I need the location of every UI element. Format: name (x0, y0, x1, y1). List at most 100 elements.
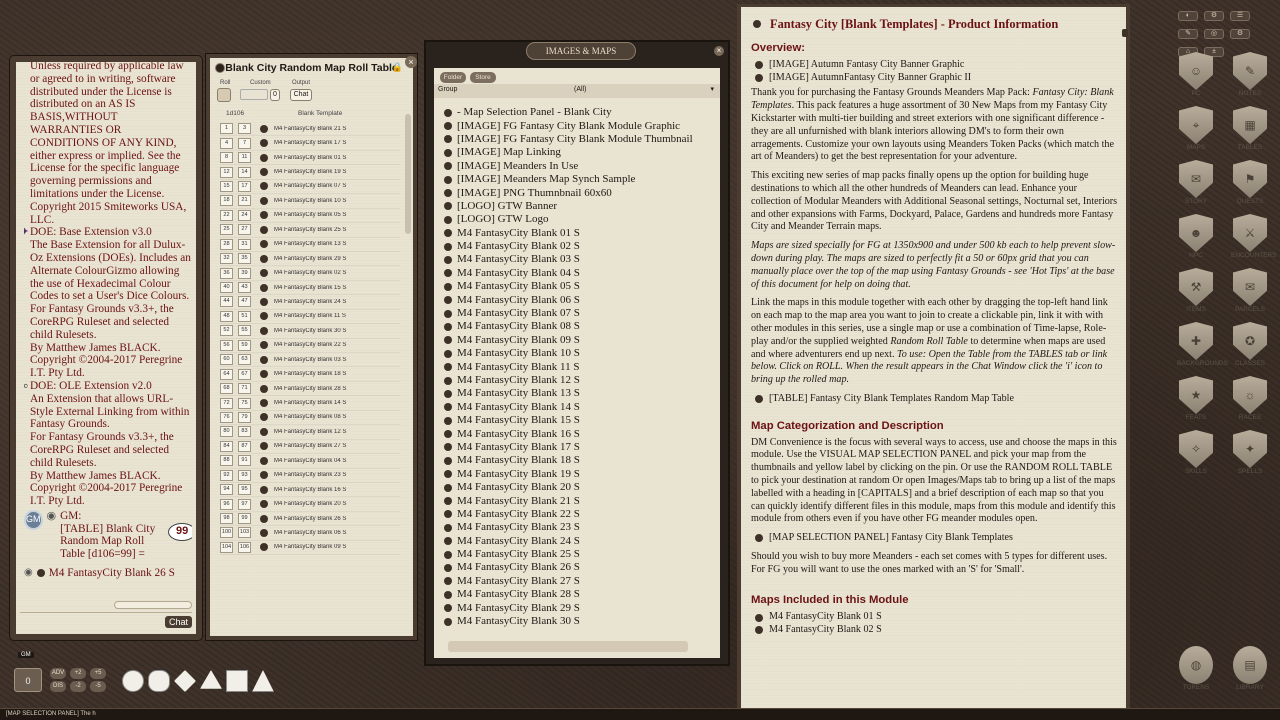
table-row[interactable]: 5659M4 FantasyCity Blank 22 S (220, 339, 400, 353)
link-pin-icon[interactable] (755, 614, 763, 622)
link-pin-icon[interactable] (444, 457, 452, 465)
table-row[interactable]: 2224M4 FantasyCity Blank 05 S (220, 209, 400, 223)
sidebar-button-races[interactable]: ☼RACES (1231, 376, 1269, 424)
modifier-box[interactable]: 0 (14, 668, 42, 692)
table-row[interactable]: 104106M4 FantasyCity Blank 09 S (220, 541, 400, 555)
chat-send-button[interactable]: Chat (165, 616, 192, 628)
link-pin-icon[interactable] (260, 327, 268, 335)
list-item[interactable]: [LOGO] GTW Logo (444, 213, 714, 226)
link-pin-icon[interactable] (260, 211, 268, 219)
output-select[interactable]: Chat (290, 89, 312, 101)
link-pin-icon[interactable] (444, 510, 452, 518)
link-pin-icon[interactable] (444, 189, 452, 197)
link-pin-icon[interactable] (444, 135, 452, 143)
list-item[interactable]: [IMAGE] FG Fantasy City Blank Module Gra… (444, 119, 714, 132)
list-item[interactable]: M4 FantasyCity Blank 29 S (444, 601, 714, 614)
folder-button[interactable]: Folder (440, 72, 466, 83)
sidebar-button-skills[interactable]: ✧SKILLS (1177, 430, 1215, 478)
table-row[interactable]: 47M4 FantasyCity Blank 17 S (220, 136, 400, 150)
list-item-label[interactable]: [IMAGE] AutumnFantasy City Banner Graphi… (769, 72, 971, 85)
link-pin-icon[interactable] (260, 182, 268, 190)
link-pin-icon[interactable] (444, 149, 452, 157)
sidebar-button-quests[interactable]: ⚑QUESTS (1231, 160, 1269, 208)
link-pin-icon[interactable] (444, 403, 452, 411)
link-pin-icon[interactable] (444, 283, 452, 291)
table-row[interactable]: 7275M4 FantasyCity Blank 14 S (220, 396, 400, 410)
link-pin-icon[interactable] (260, 442, 268, 450)
list-item[interactable]: M4 FantasyCity Blank 18 S (444, 454, 714, 467)
list-item[interactable]: - Map Selection Panel - Blank City (444, 106, 714, 119)
list-item[interactable]: M4 FantasyCity Blank 27 S (444, 575, 714, 588)
table-row[interactable]: 9495M4 FantasyCity Blank 16 S (220, 483, 400, 497)
link-pin-icon[interactable] (444, 577, 452, 585)
list-item[interactable]: M4 FantasyCity Blank 19 S (444, 468, 714, 481)
scrollbar[interactable] (1122, 29, 1128, 37)
link-pin-icon[interactable] (260, 500, 268, 508)
d10-die-icon[interactable] (200, 670, 222, 692)
link-pin-icon[interactable] (260, 240, 268, 248)
lock-icon[interactable]: 🔒 (392, 63, 403, 73)
list-item-label[interactable]: M4 FantasyCity Blank 01 S (769, 611, 882, 624)
list-item[interactable]: M4 FantasyCity Blank 03 S (444, 253, 714, 266)
sidebar-button-npc[interactable]: ☻NPC (1177, 214, 1215, 262)
table-row[interactable]: 8487M4 FantasyCity Blank 27 S (220, 440, 400, 454)
modifier-hotkey-button[interactable]: +5 (90, 668, 106, 679)
link-pin-icon[interactable] (260, 529, 268, 537)
list-item-label[interactable]: M4 FantasyCity Blank 02 S (769, 624, 882, 637)
chat-mode-toggle[interactable] (114, 601, 192, 609)
link-pin-icon[interactable] (260, 457, 268, 465)
link-pin-icon[interactable] (755, 61, 763, 69)
list-item[interactable]: M4 FantasyCity Blank 23 S (444, 521, 714, 534)
list-item[interactable]: M4 FantasyCity Blank 04 S (444, 267, 714, 280)
link-pin-icon[interactable] (260, 486, 268, 494)
table-row[interactable]: 3639M4 FantasyCity Blank 02 S (220, 266, 400, 280)
link-pin-icon[interactable] (444, 390, 452, 398)
link-pin-icon[interactable] (444, 363, 452, 371)
chat-input[interactable]: Chat (20, 612, 192, 630)
link-pin-icon[interactable] (444, 176, 452, 184)
table-row[interactable]: 4447M4 FantasyCity Blank 24 S (220, 295, 400, 309)
sidebar-button-classes[interactable]: ✪CLASSES (1231, 322, 1269, 370)
list-item[interactable]: M4 FantasyCity Blank 11 S (444, 360, 714, 373)
link-pin-icon[interactable] (444, 336, 452, 344)
list-item[interactable]: [IMAGE] Meanders Map Synch Sample (444, 173, 714, 186)
link-pin-icon[interactable] (260, 385, 268, 393)
table-row[interactable]: 8891M4 FantasyCity Blank 04 S (220, 454, 400, 468)
table-row[interactable]: 1517M4 FantasyCity Blank 07 S (220, 180, 400, 194)
list-item[interactable]: M4 FantasyCity Blank 22 S (444, 508, 714, 521)
sidebar-button-feats[interactable]: ★FEATS (1177, 376, 1215, 424)
link-pin-icon[interactable] (444, 269, 452, 277)
close-icon[interactable]: × (714, 46, 724, 56)
link-pin-icon[interactable] (260, 154, 268, 162)
sidebar-button-notes[interactable]: ✎NOTES (1231, 52, 1269, 100)
list-item[interactable]: M4 FantasyCity Blank 25 S (444, 548, 714, 561)
table-row[interactable]: 3235M4 FantasyCity Blank 29 S (220, 252, 400, 266)
sidebar-button-story[interactable]: ✉STORY (1177, 160, 1215, 208)
link-pin-icon[interactable] (444, 350, 452, 358)
list-item[interactable]: M4 FantasyCity Blank 14 S (444, 401, 714, 414)
list-item[interactable]: M4 FantasyCity Blank 01 S (444, 227, 714, 240)
link-pin-icon[interactable] (260, 543, 268, 551)
table-row[interactable]: 7679M4 FantasyCity Blank 08 S (220, 411, 400, 425)
list-item[interactable]: M4 FantasyCity Blank 09 S (444, 334, 714, 347)
table-row[interactable]: 4851M4 FantasyCity Blank 11 S (220, 310, 400, 324)
table-row[interactable]: 1821M4 FantasyCity Blank 10 S (220, 194, 400, 208)
table-row[interactable]: 1214M4 FantasyCity Blank 19 S (220, 165, 400, 179)
modifier-hotkey-button[interactable]: -2 (70, 681, 86, 692)
table-row[interactable]: 2527M4 FantasyCity Blank 25 S (220, 223, 400, 237)
link-pin-icon[interactable] (444, 497, 452, 505)
link-pin-icon[interactable] (755, 626, 763, 634)
list-item[interactable]: [IMAGE] AutumnFantasy City Banner Graphi… (755, 72, 1118, 85)
link-pin-icon[interactable] (260, 197, 268, 205)
table-row[interactable]: 5255M4 FantasyCity Blank 30 S (220, 324, 400, 338)
link-pin-icon[interactable] (260, 515, 268, 523)
list-item[interactable]: M4 FantasyCity Blank 21 S (444, 494, 714, 507)
d12-die-icon[interactable] (226, 670, 248, 692)
list-item[interactable]: [IMAGE] Meanders In Use (444, 160, 714, 173)
list-item[interactable]: M4 FantasyCity Blank 17 S (444, 441, 714, 454)
link-pin-icon[interactable] (260, 125, 268, 133)
list-item[interactable]: M4 FantasyCity Blank 24 S (444, 535, 714, 548)
link-pin-icon[interactable] (755, 395, 763, 403)
list-item[interactable]: M4 FantasyCity Blank 28 S (444, 588, 714, 601)
link-pin-icon[interactable] (260, 269, 268, 277)
